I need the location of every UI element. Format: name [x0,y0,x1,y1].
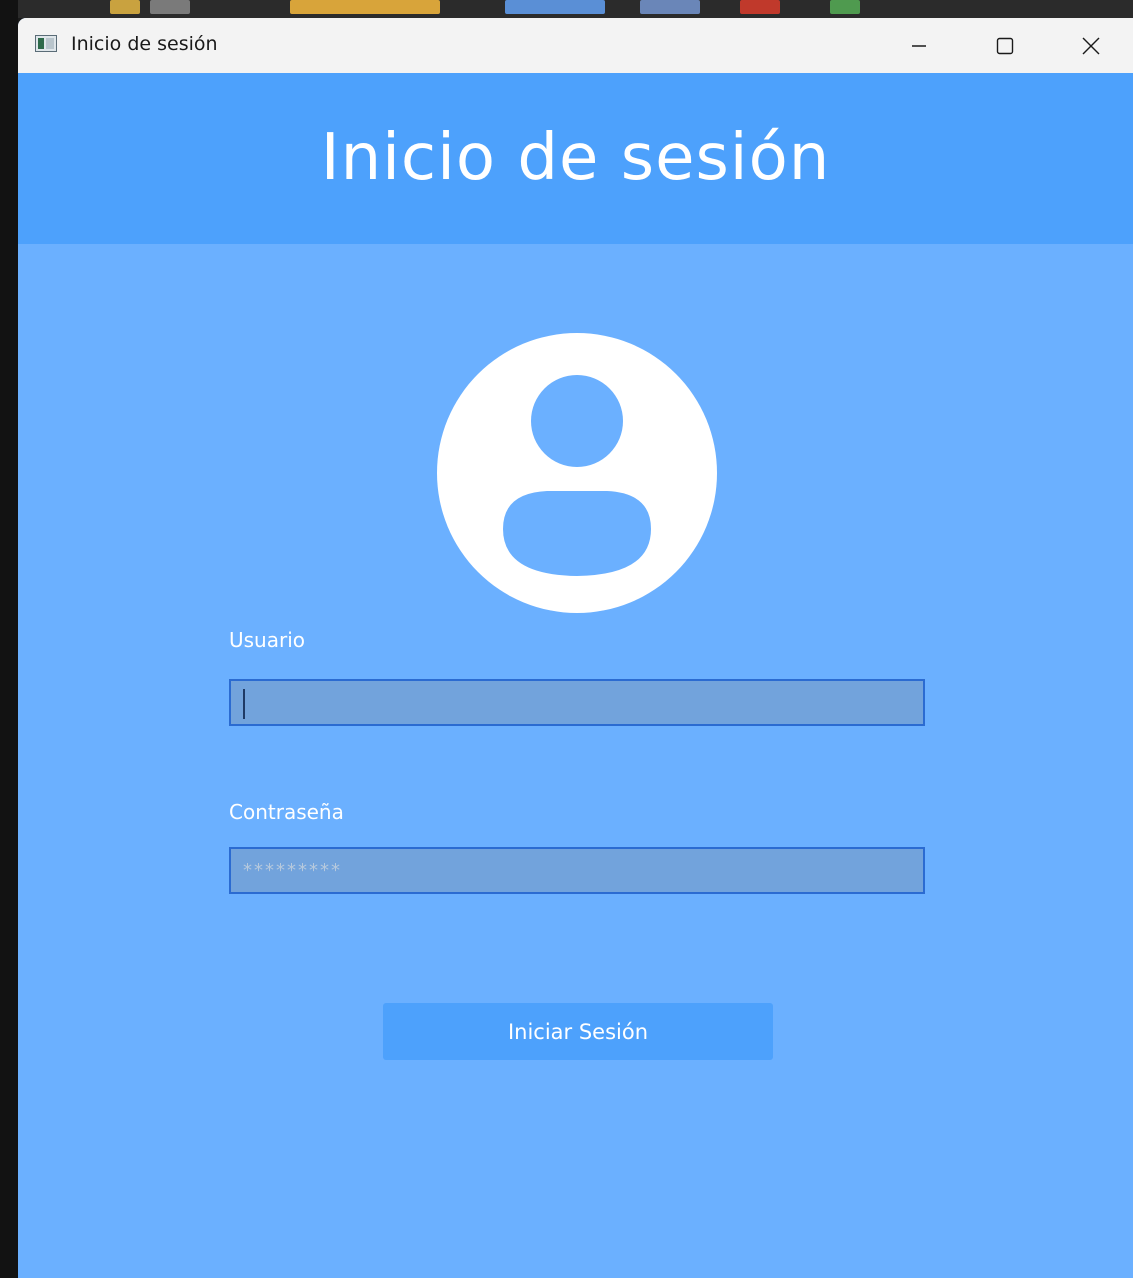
title-bar[interactable]: Inicio de sesión [18,18,1133,73]
login-header: Inicio de sesión [18,73,1133,244]
user-avatar-icon [437,333,717,613]
background-toolbar-icon [640,0,700,14]
minimize-icon [912,44,926,47]
login-button[interactable]: Iniciar Sesión [383,1003,773,1060]
app-window-icon [35,35,57,52]
background-toolbar-icon [505,0,605,14]
maximize-icon [996,37,1014,54]
background-toolbar-icon [290,0,440,14]
username-input[interactable] [229,679,925,726]
maximize-button[interactable] [962,18,1048,73]
close-button[interactable] [1048,18,1133,73]
password-input[interactable] [229,847,925,894]
background-toolbar-icon [740,0,780,14]
background-app-toolbar [0,0,1133,18]
username-label: Usuario [229,628,306,652]
password-label: Contraseña [229,800,344,824]
window-title: Inicio de sesión [71,33,218,55]
text-cursor [243,689,245,719]
background-window-edge [0,0,18,1278]
page-title: Inicio de sesión [320,120,831,195]
background-toolbar-icon [830,0,860,14]
close-icon [1082,37,1100,54]
minimize-button[interactable] [876,18,962,73]
login-window: Inicio de sesión Inicio de sesión Usuari… [18,18,1133,1278]
background-toolbar-icon [110,0,140,14]
background-toolbar-icon [150,0,190,14]
